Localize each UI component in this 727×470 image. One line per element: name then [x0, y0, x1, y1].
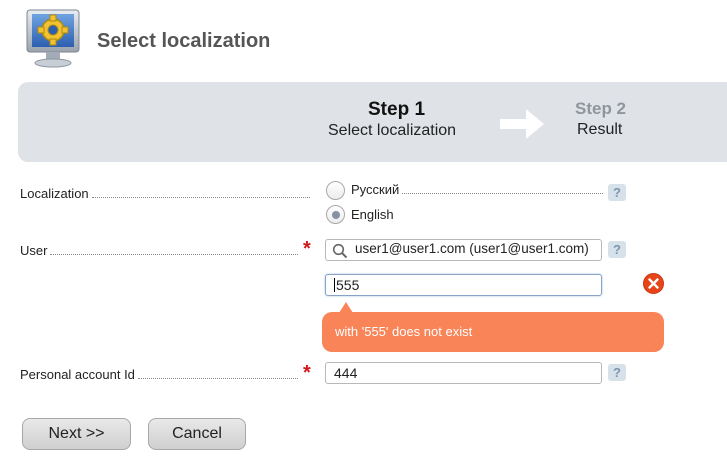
- label-leader: [402, 193, 603, 194]
- radio-english[interactable]: [326, 205, 345, 224]
- user-search-value: 555: [336, 277, 360, 293]
- user-label: User: [20, 243, 48, 258]
- user-help-icon[interactable]: ?: [608, 241, 626, 258]
- next-button[interactable]: Next >>: [22, 418, 131, 450]
- personal-account-label: Personal account Id: [20, 367, 135, 382]
- step-arrow-icon: [498, 104, 546, 144]
- user-label-row: User: [20, 243, 298, 258]
- localization-help-icon[interactable]: ?: [608, 184, 626, 201]
- user-selected-value: user1@user1.com (user1@user1.com): [355, 241, 589, 256]
- radio-russian-label: Русский: [351, 182, 400, 197]
- radio-english-label: English: [351, 207, 394, 222]
- step-1-subtitle: Select localization: [328, 122, 457, 139]
- error-close-icon[interactable]: [643, 273, 664, 294]
- user-search-input[interactable]: 555: [325, 274, 602, 296]
- personal-account-label-row: Personal account Id: [20, 367, 298, 382]
- search-icon[interactable]: [332, 243, 348, 259]
- user-required-mark: *: [303, 238, 311, 260]
- localization-label-row: Localization: [20, 186, 310, 201]
- cancel-button[interactable]: Cancel: [148, 418, 246, 450]
- label-leader: [137, 378, 298, 379]
- error-message: with '555' does not exist: [322, 312, 664, 352]
- step-2-title: Step 2: [575, 99, 627, 118]
- radio-russian[interactable]: [326, 181, 345, 200]
- label-leader: [50, 254, 298, 255]
- step-2-subtitle: Result: [577, 121, 623, 138]
- localization-label: Localization: [20, 186, 89, 201]
- personal-account-help-icon[interactable]: ?: [608, 364, 626, 381]
- text-caret: [334, 278, 335, 292]
- step-1-title: Step 1: [368, 99, 426, 120]
- personal-account-input[interactable]: 444: [325, 362, 602, 384]
- settings-monitor-icon: [24, 8, 84, 70]
- personal-account-required-mark: *: [303, 362, 311, 384]
- page-title: Select localization: [97, 30, 271, 52]
- radio-russian-label-row: Русский: [351, 182, 603, 197]
- label-leader: [91, 197, 310, 198]
